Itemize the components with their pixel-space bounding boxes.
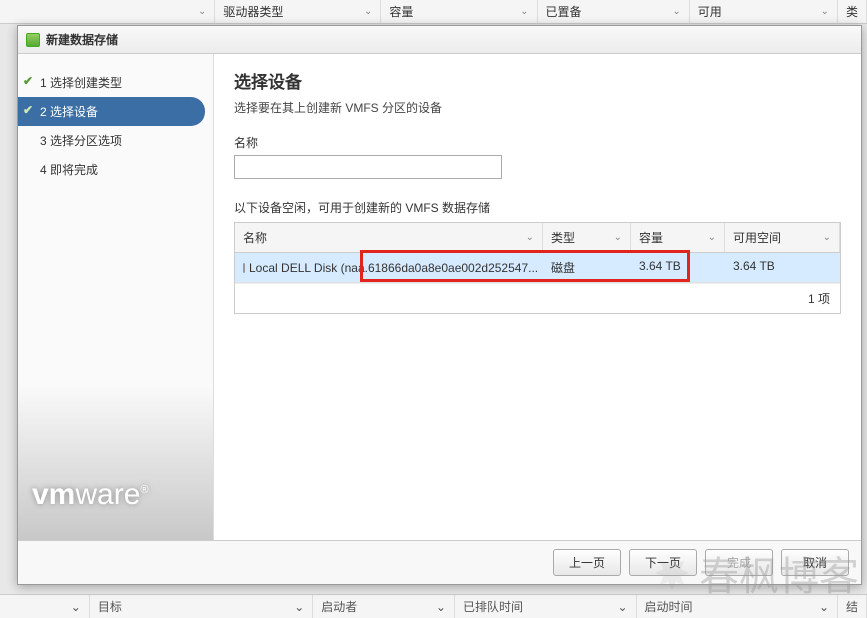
chevron-down-icon: ⌄ bbox=[198, 6, 206, 17]
bg-fcol: 启动者⌄ bbox=[313, 595, 455, 618]
chevron-down-icon: ⌄ bbox=[71, 600, 81, 614]
col-free-space[interactable]: 可用空间⌄ bbox=[725, 223, 840, 252]
bg-col: ⌄ bbox=[0, 0, 215, 23]
bg-col: 可用⌄ bbox=[690, 0, 838, 23]
bg-fcol: 目标⌄ bbox=[90, 595, 313, 618]
datastore-name-input[interactable] bbox=[234, 155, 502, 179]
check-icon: ✔ bbox=[23, 74, 33, 88]
cell-type: 磁盘 bbox=[543, 253, 631, 282]
content-subtitle: 选择要在其上创建新 VMFS 分区的设备 bbox=[234, 99, 841, 116]
chevron-down-icon: ⌄ bbox=[614, 232, 622, 243]
check-icon: ✔ bbox=[23, 103, 33, 117]
cell-free: 3.64 TB bbox=[725, 253, 840, 282]
wizard-content: 选择设备 选择要在其上创建新 VMFS 分区的设备 名称 以下设备空闲，可用于创… bbox=[214, 54, 861, 540]
modal-title: 新建数据存储 bbox=[46, 31, 118, 48]
chevron-down-icon: ⌄ bbox=[526, 232, 534, 243]
table-row[interactable]: Local DELL Disk (naa.61866da0a8e0ae002d2… bbox=[235, 253, 840, 283]
device-hint: 以下设备空闲，可用于创建新的 VMFS 数据存储 bbox=[234, 199, 841, 216]
col-type[interactable]: 类型⌄ bbox=[543, 223, 631, 252]
disk-icon bbox=[243, 263, 245, 273]
table-header: 名称⌄ 类型⌄ 容量⌄ 可用空间⌄ bbox=[235, 223, 840, 253]
step-select-partition-options[interactable]: 3 选择分区选项 bbox=[18, 126, 213, 155]
new-datastore-wizard: 新建数据存储 ✔ 1 选择创建类型 ✔ 2 选择设备 3 选择分区选项 4 即将… bbox=[17, 25, 862, 585]
background-column-header: ⌄ 驱动器类型⌄ 容量⌄ 已置备⌄ 可用⌄ 类 bbox=[0, 0, 867, 24]
step-ready-to-complete[interactable]: 4 即将完成 bbox=[18, 155, 213, 184]
cell-name: Local DELL Disk (naa.61866da0a8e0ae002d2… bbox=[235, 253, 543, 282]
bg-fcol: 已排队时间⌄ bbox=[455, 595, 637, 618]
cell-capacity: 3.64 TB bbox=[631, 253, 725, 282]
chevron-down-icon: ⌄ bbox=[617, 600, 627, 614]
chevron-down-icon: ⌄ bbox=[708, 232, 716, 243]
table-footer: 1 项 bbox=[235, 283, 840, 313]
bg-col: 容量⌄ bbox=[381, 0, 537, 23]
chevron-down-icon: ⌄ bbox=[819, 600, 829, 614]
name-label: 名称 bbox=[234, 134, 841, 151]
bg-col: 类 bbox=[838, 0, 867, 23]
col-capacity[interactable]: 容量⌄ bbox=[631, 223, 725, 252]
bg-fcol: 结 bbox=[838, 595, 867, 618]
content-heading: 选择设备 bbox=[234, 68, 841, 93]
finish-button: 完成 bbox=[705, 549, 773, 576]
chevron-down-icon: ⌄ bbox=[823, 232, 831, 243]
step-select-creation-type[interactable]: ✔ 1 选择创建类型 bbox=[18, 68, 213, 97]
back-button[interactable]: 上一页 bbox=[553, 549, 621, 576]
col-name[interactable]: 名称⌄ bbox=[235, 223, 543, 252]
chevron-down-icon: ⌄ bbox=[520, 6, 528, 17]
bg-fcol: 启动时间⌄ bbox=[637, 595, 839, 618]
chevron-down-icon: ⌄ bbox=[364, 6, 372, 17]
chevron-down-icon: ⌄ bbox=[672, 6, 680, 17]
chevron-down-icon: ⌄ bbox=[294, 600, 304, 614]
chevron-down-icon: ⌄ bbox=[821, 6, 829, 17]
step-select-device[interactable]: ✔ 2 选择设备 bbox=[18, 97, 205, 126]
cancel-button[interactable]: 取消 bbox=[781, 549, 849, 576]
wizard-steps-sidebar: ✔ 1 选择创建类型 ✔ 2 选择设备 3 选择分区选项 4 即将完成 vmwa… bbox=[18, 54, 214, 540]
bg-col: 已置备⌄ bbox=[538, 0, 690, 23]
datastore-icon bbox=[26, 33, 40, 47]
device-table: 名称⌄ 类型⌄ 容量⌄ 可用空间⌄ Local DELL Disk (naa.6… bbox=[234, 222, 841, 314]
vmware-logo: vmware® bbox=[18, 460, 213, 540]
next-button[interactable]: 下一页 bbox=[629, 549, 697, 576]
background-footer-row: ⌄ 目标⌄ 启动者⌄ 已排队时间⌄ 启动时间⌄ 结 bbox=[0, 594, 867, 618]
bg-fcol: ⌄ bbox=[0, 595, 90, 618]
chevron-down-icon: ⌄ bbox=[436, 600, 446, 614]
modal-titlebar: 新建数据存储 bbox=[18, 26, 861, 54]
wizard-button-bar: 上一页 下一页 完成 取消 bbox=[18, 540, 861, 584]
bg-col: 驱动器类型⌄ bbox=[215, 0, 381, 23]
modal-body: ✔ 1 选择创建类型 ✔ 2 选择设备 3 选择分区选项 4 即将完成 vmwa… bbox=[18, 54, 861, 540]
